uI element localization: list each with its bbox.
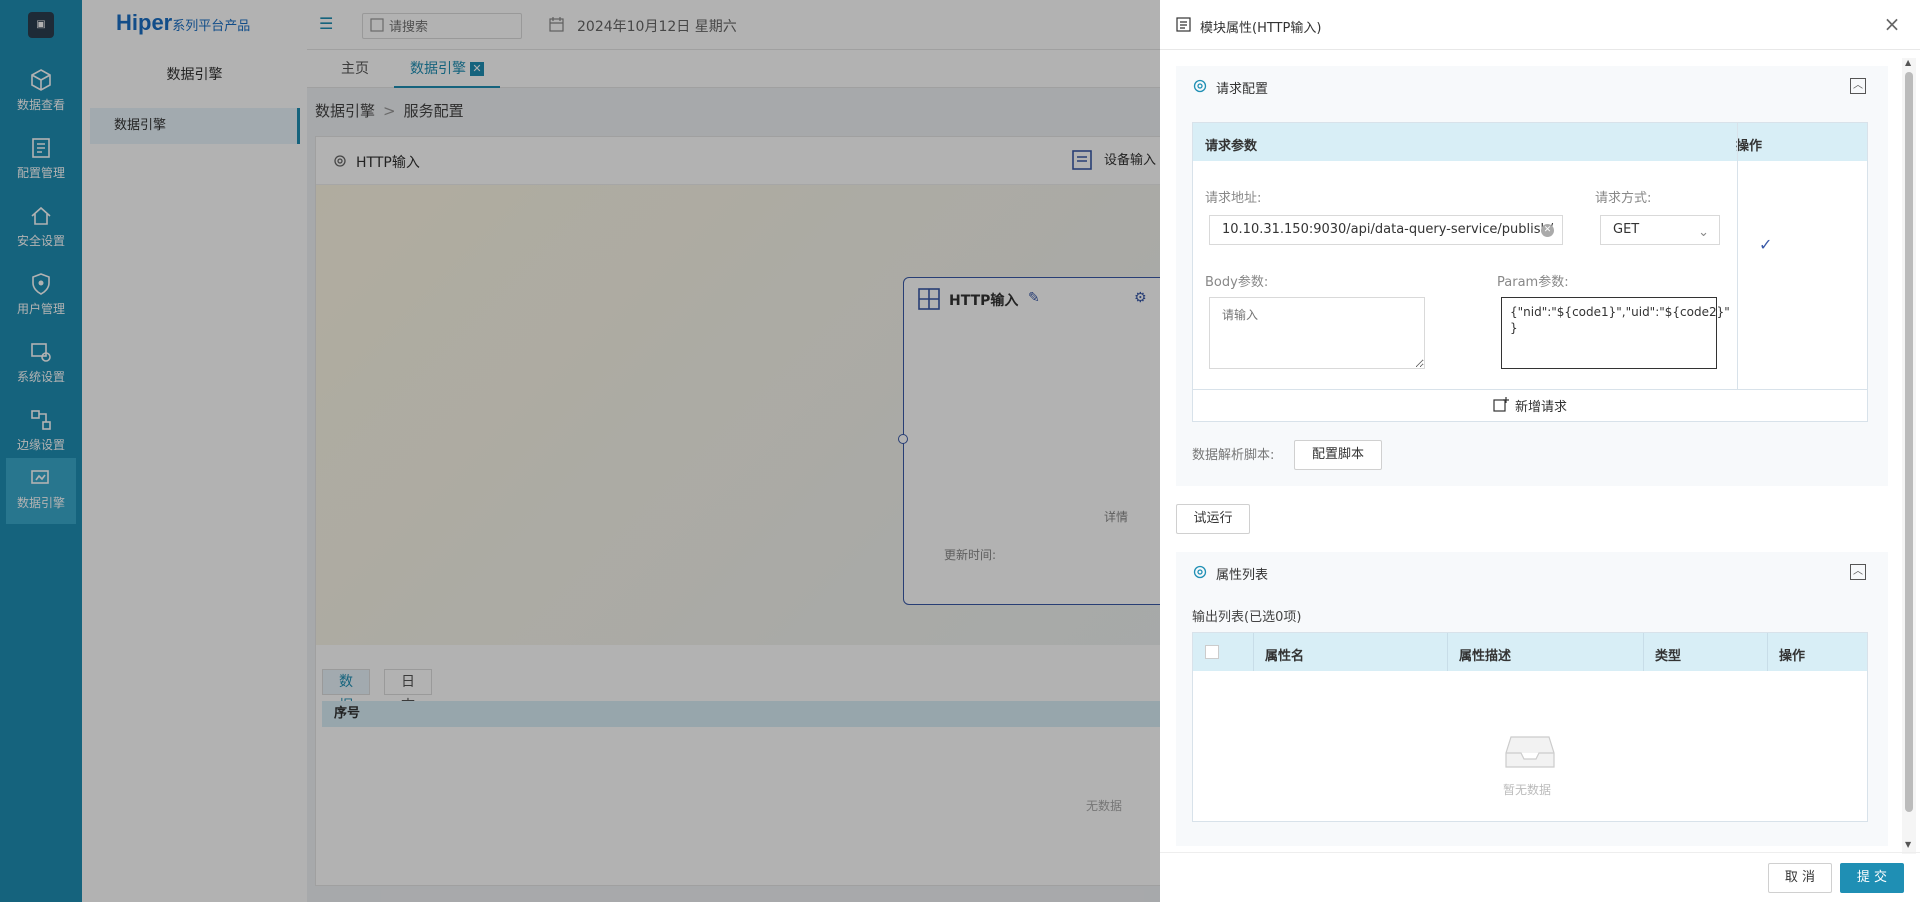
param-label: Param参数: bbox=[1497, 275, 1569, 290]
add-request-button[interactable]: 新增请求 bbox=[1515, 396, 1567, 415]
close-icon[interactable]: × bbox=[1882, 14, 1902, 34]
drawer-title: 模块属性(HTTP输入) bbox=[1200, 21, 1322, 36]
empty-state-text: 暂无数据 bbox=[1503, 783, 1552, 797]
app-root: ▣ 数据查看 配置管理 安全设置 用户管理 系统设置 边缘设置 数据引擎 Hip… bbox=[0, 0, 1920, 902]
trial-run-button[interactable]: 试运行 bbox=[1176, 504, 1250, 534]
param-line-2: } bbox=[1510, 321, 1518, 335]
section-title: 属性列表 bbox=[1216, 568, 1269, 583]
output-list-label: 输出列表(已选0项) bbox=[1192, 610, 1302, 625]
column-divider bbox=[1253, 633, 1254, 671]
collapse-icon[interactable]: ︿ bbox=[1850, 564, 1866, 580]
col-attr-ops: 操作 bbox=[1779, 649, 1806, 664]
chevron-down-icon: ⌄ bbox=[1698, 225, 1709, 240]
col-operations: 操作 bbox=[1736, 139, 1763, 154]
drawer-footer: 取 消 提 交 bbox=[1160, 852, 1920, 902]
col-attr-type: 类型 bbox=[1655, 649, 1682, 664]
module-properties-drawer: 模块属性(HTTP输入) × 请求配置 ︿ 请求参数 操作 请求地址: 10.1… bbox=[1160, 0, 1920, 902]
drawer-scrollbar[interactable]: ▲ ▼ bbox=[1902, 58, 1916, 854]
col-request-params: 请求参数 bbox=[1205, 139, 1258, 154]
scroll-up-icon[interactable]: ▲ bbox=[1905, 58, 1911, 67]
param-line-1: {"nid":"${code1}","uid":"${code2}" bbox=[1510, 305, 1730, 319]
column-divider bbox=[1447, 633, 1448, 671]
body-params-textarea[interactable] bbox=[1209, 297, 1425, 369]
method-value: GET bbox=[1613, 222, 1640, 237]
section-header: 属性列表 ︿ bbox=[1176, 552, 1888, 592]
attribute-list-section: 属性列表 ︿ 输出列表(已选0项) 属性名 属性描述 类型 操作 暂无数据 bbox=[1176, 552, 1888, 846]
method-select[interactable]: GET ⌄ bbox=[1600, 215, 1720, 245]
select-all-checkbox[interactable] bbox=[1205, 645, 1219, 659]
document-icon bbox=[1176, 17, 1191, 32]
section-header: 请求配置 ︿ bbox=[1176, 66, 1888, 106]
method-label: 请求方式: bbox=[1595, 191, 1652, 206]
col-attr-desc: 属性描述 bbox=[1459, 649, 1512, 664]
gear-icon bbox=[1193, 565, 1207, 579]
request-config-section: 请求配置 ︿ 请求参数 操作 请求地址: 10.10.31.150:9030/a… bbox=[1176, 66, 1888, 486]
empty-inbox-icon bbox=[1505, 736, 1555, 768]
url-value: 10.10.31.150:9030/api/data-query-service… bbox=[1222, 222, 1554, 237]
column-divider bbox=[1767, 633, 1768, 671]
config-script-button[interactable]: 配置脚本 bbox=[1294, 440, 1382, 470]
scroll-down-icon[interactable]: ▼ bbox=[1905, 840, 1911, 849]
submit-button[interactable]: 提 交 bbox=[1840, 863, 1904, 893]
column-divider bbox=[1643, 633, 1644, 671]
scroll-thumb[interactable] bbox=[1905, 72, 1913, 812]
body-label: Body参数: bbox=[1205, 275, 1269, 290]
cancel-button[interactable]: 取 消 bbox=[1768, 863, 1832, 893]
url-label: 请求地址: bbox=[1205, 191, 1262, 206]
request-table: 请求参数 操作 请求地址: 10.10.31.150:9030/api/data… bbox=[1192, 122, 1868, 422]
url-input[interactable]: 10.10.31.150:9030/api/data-query-service… bbox=[1209, 215, 1563, 245]
col-attr-name: 属性名 bbox=[1265, 649, 1305, 664]
script-label: 数据解析脚本: bbox=[1192, 448, 1275, 463]
param-params-textarea[interactable]: {"nid":"${code1}","uid":"${code2}" } bbox=[1501, 297, 1730, 369]
attribute-table: 属性名 属性描述 类型 操作 暂无数据 bbox=[1192, 632, 1868, 822]
row-divider bbox=[1193, 389, 1867, 390]
add-icon bbox=[1493, 397, 1509, 412]
request-table-header: 请求参数 操作 bbox=[1193, 123, 1867, 161]
collapse-icon[interactable]: ︿ bbox=[1850, 78, 1866, 94]
confirm-check-icon[interactable]: ✓ bbox=[1759, 235, 1777, 254]
attribute-table-header: 属性名 属性描述 类型 操作 bbox=[1193, 633, 1867, 671]
section-title: 请求配置 bbox=[1216, 82, 1269, 97]
gear-icon bbox=[1193, 79, 1207, 93]
drawer-header: 模块属性(HTTP输入) × bbox=[1160, 0, 1920, 50]
column-divider bbox=[1737, 123, 1738, 389]
clear-icon[interactable]: ✕ bbox=[1541, 224, 1554, 237]
